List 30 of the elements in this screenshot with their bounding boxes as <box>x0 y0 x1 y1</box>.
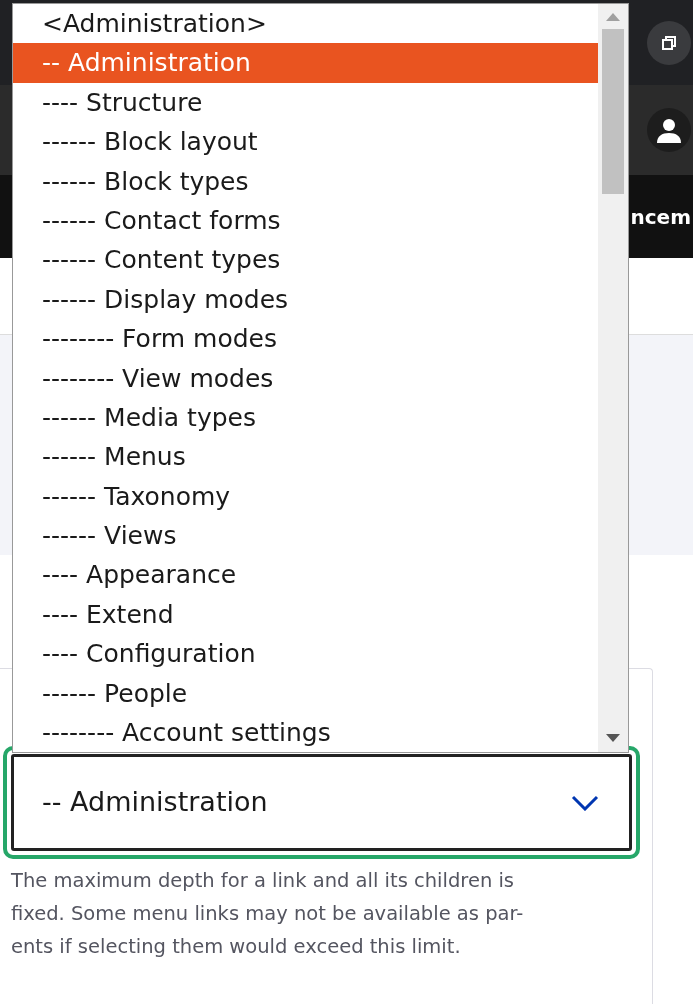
nav-link[interactable]: ncem <box>630 201 691 232</box>
dropdown-option[interactable]: <Administration> <box>13 4 598 44</box>
user-button[interactable] <box>647 108 691 152</box>
dropdown-option[interactable]: ------ Views <box>13 516 598 556</box>
dropdown-option[interactable]: ------ Menus <box>13 437 598 477</box>
restore-window-icon <box>661 34 677 51</box>
dropdown-option[interactable]: ---- Appearance <box>13 555 598 595</box>
dropdown-option[interactable]: ------ Content types <box>13 240 598 280</box>
parent-select[interactable]: -- Administration <box>11 754 632 851</box>
scrollbar-thumb[interactable] <box>602 29 624 194</box>
dropdown-option[interactable]: -------- View modes <box>13 358 598 398</box>
dropdown-option[interactable]: ------ Block types <box>13 161 598 201</box>
dropdown-option[interactable]: ------ Contact forms <box>13 200 598 241</box>
restore-window-button[interactable] <box>647 20 691 65</box>
scrollbar[interactable] <box>598 4 628 752</box>
dropdown-option[interactable]: ---- Configuration <box>13 634 598 674</box>
dropdown-option[interactable]: ------ Media types <box>13 397 598 438</box>
dropdown-option[interactable]: ---- Extend <box>13 594 598 635</box>
dropdown-option[interactable]: -- Administration <box>13 43 598 83</box>
chevron-down-icon <box>571 794 599 811</box>
dropdown-option[interactable]: ------ Block layout <box>13 122 598 162</box>
dropdown-option[interactable]: ------ Taxonomy <box>13 476 598 517</box>
dropdown-option[interactable]: -------- Form modes <box>13 319 598 359</box>
dropdown-option[interactable]: ------ Display modes <box>13 279 598 320</box>
user-icon <box>655 116 683 144</box>
help-text: The maximum depth for a link and all its children is fixed. Some menu links may not be available as par- ents if selecting them would exceed this limit. <box>11 868 525 960</box>
dropdown-option[interactable]: -------- Account settings <box>13 713 598 752</box>
scroll-down-icon[interactable] <box>606 734 620 742</box>
dropdown-option[interactable]: ---- Structure <box>13 82 598 123</box>
dropdown-option[interactable]: ------ People <box>13 673 598 714</box>
